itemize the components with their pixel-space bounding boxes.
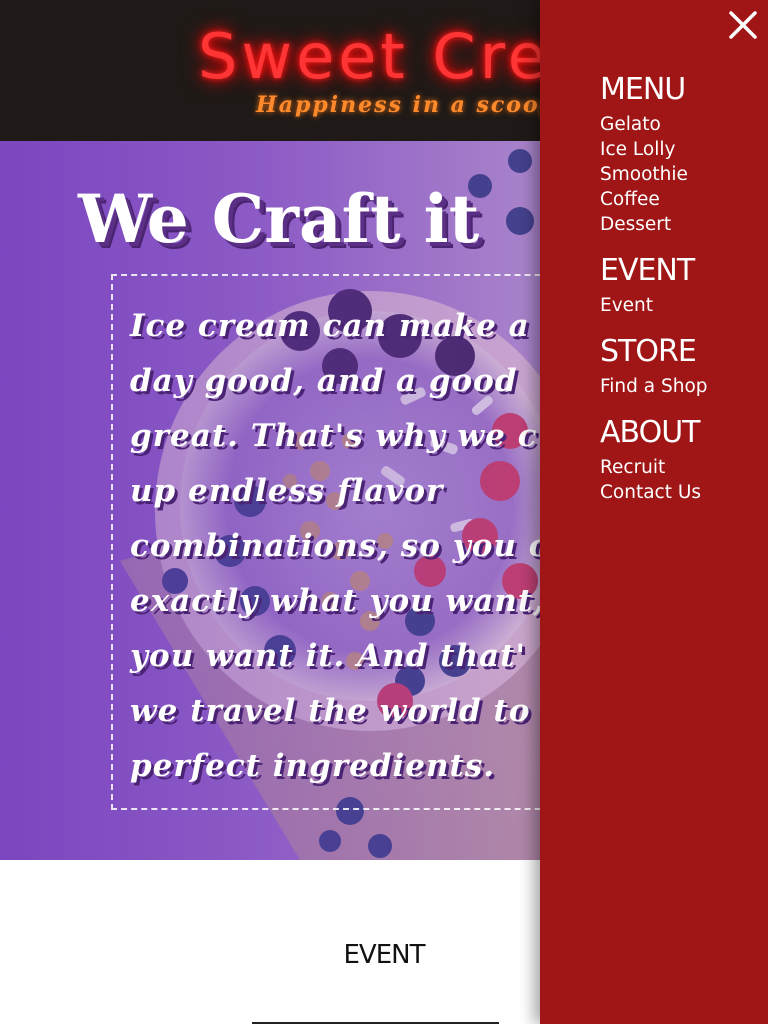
- nav-link-coffee[interactable]: Coffee: [600, 187, 760, 212]
- hero-body-line: you want it. And that': [130, 638, 526, 674]
- hero-heading: We Craft it: [78, 180, 480, 258]
- nav-group-menu: MENU Gelato Ice Lolly Smoothie Coffee De…: [600, 70, 760, 237]
- close-menu-button[interactable]: [726, 8, 760, 42]
- site-title[interactable]: Sweet Crea: [198, 24, 592, 90]
- nav-heading-event[interactable]: EVENT: [600, 251, 760, 293]
- nav-link-smoothie[interactable]: Smoothie: [600, 162, 760, 187]
- close-icon[interactable]: [726, 8, 760, 42]
- nav-link-ice-lolly[interactable]: Ice Lolly: [600, 137, 760, 162]
- hero-body-line: Ice cream can make a: [130, 308, 530, 344]
- hero-body-line: we travel the world to: [130, 693, 531, 729]
- nav-group-event: EVENT Event: [600, 251, 760, 318]
- hero-body-line: perfect ingredients.: [130, 748, 496, 784]
- nav-link-recruit[interactable]: Recruit: [600, 455, 760, 480]
- nav-link-dessert[interactable]: Dessert: [600, 212, 760, 237]
- nav-heading-menu[interactable]: MENU: [600, 70, 760, 112]
- nav-link-event[interactable]: Event: [600, 293, 760, 318]
- nav-heading-about[interactable]: ABOUT: [600, 413, 760, 455]
- nav-link-gelato[interactable]: Gelato: [600, 112, 760, 137]
- hero-body-line: up endless flavor: [130, 473, 444, 509]
- hero-body-line: great. That's why we c: [130, 418, 538, 454]
- side-nav-drawer: MENU Gelato Ice Lolly Smoothie Coffee De…: [540, 0, 768, 1024]
- nav-menu: MENU Gelato Ice Lolly Smoothie Coffee De…: [600, 70, 760, 505]
- hero-body-text: Ice cream can make a day good, and a goo…: [130, 299, 570, 794]
- hero-body-line: day good, and a good: [130, 363, 518, 399]
- nav-heading-store[interactable]: STORE: [600, 332, 760, 374]
- nav-link-find-a-shop[interactable]: Find a Shop: [600, 374, 760, 399]
- site-tagline: Happiness in a scoop: [256, 92, 558, 118]
- nav-group-store: STORE Find a Shop: [600, 332, 760, 399]
- hero-body-line: exactly what you want,: [130, 583, 545, 619]
- nav-group-about: ABOUT Recruit Contact Us: [600, 413, 760, 505]
- nav-link-contact-us[interactable]: Contact Us: [600, 480, 760, 505]
- hero-body-line: combinations, so you c: [130, 528, 549, 564]
